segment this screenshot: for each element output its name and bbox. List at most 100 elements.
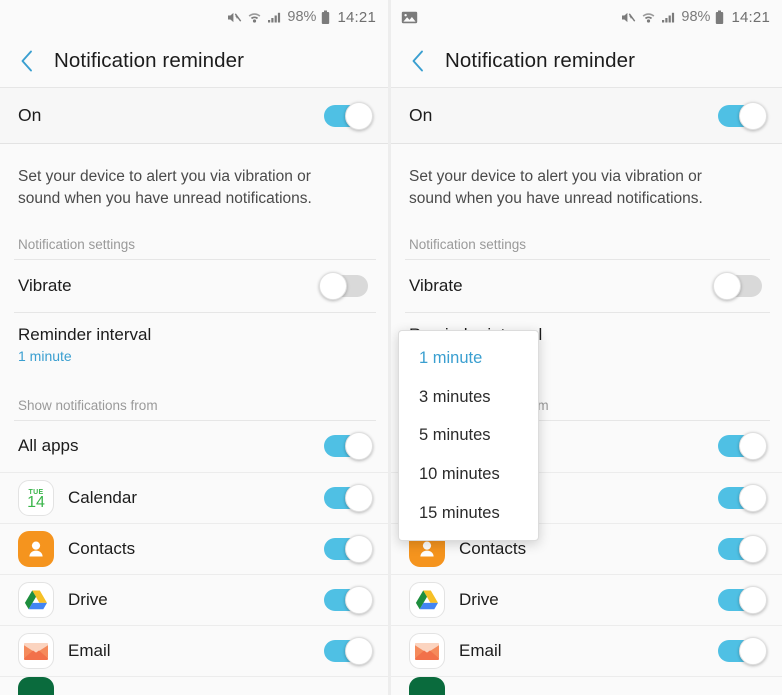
- signal-icon: [661, 10, 676, 24]
- all-apps-toggle[interactable]: [324, 432, 373, 461]
- signal-icon: [267, 10, 282, 24]
- master-switch-row[interactable]: On: [391, 88, 782, 144]
- calendar-icon-day: 14: [27, 493, 45, 511]
- toggle-knob: [345, 585, 373, 614]
- email-icon: [409, 632, 445, 669]
- all-apps-toggle[interactable]: [718, 432, 767, 461]
- vibrate-row[interactable]: Vibrate: [0, 259, 388, 312]
- app-toggle-calendar[interactable]: [324, 483, 373, 512]
- all-apps-label: All apps: [18, 436, 79, 456]
- app-name-label: Contacts: [68, 538, 136, 558]
- reminder-interval-dropdown[interactable]: 1 minute 3 minutes 5 minutes 10 minutes …: [398, 330, 539, 542]
- wifi-icon: [247, 10, 262, 24]
- description-text: Set your device to alert you via vibrati…: [391, 144, 763, 217]
- app-row-calendar[interactable]: TUE 14 Calendar: [0, 472, 388, 524]
- dropdown-option-1-minute[interactable]: 1 minute: [399, 339, 538, 378]
- toggle-knob: [319, 271, 347, 300]
- all-apps-row[interactable]: All apps: [0, 420, 388, 473]
- app-row-contacts[interactable]: Contacts: [0, 523, 388, 575]
- section-header-show-notifications-from: Show notifications from: [0, 377, 388, 420]
- app-name-label: Email: [68, 640, 111, 660]
- dropdown-option-15-minutes[interactable]: 15 minutes: [399, 494, 538, 533]
- app-row-email[interactable]: Email: [0, 625, 388, 677]
- app-icon-partial: [18, 676, 54, 695]
- vibrate-label: Vibrate: [409, 275, 463, 295]
- contacts-icon: [18, 530, 54, 567]
- toggle-knob: [739, 636, 767, 665]
- status-bar-system-icons-right: 98% 14:21: [620, 9, 770, 26]
- toggle-knob: [345, 432, 373, 461]
- dropdown-option-5-minutes[interactable]: 5 minutes: [399, 416, 538, 455]
- status-bar-right: 98% 14:21: [391, 0, 782, 34]
- app-name-label: Email: [459, 640, 502, 660]
- battery-icon: [321, 10, 330, 25]
- toggle-knob: [739, 432, 767, 461]
- right-screen: 98% 14:21 Notification reminder On Set y…: [391, 0, 782, 695]
- wifi-icon: [641, 10, 656, 24]
- app-toggle-email[interactable]: [718, 636, 767, 665]
- page-title: Notification reminder: [54, 48, 245, 72]
- clock-label: 14:21: [337, 8, 376, 26]
- back-chevron-icon[interactable]: [14, 48, 40, 74]
- email-icon: [18, 632, 54, 669]
- vibrate-toggle[interactable]: [319, 271, 368, 300]
- reminder-interval-row[interactable]: Reminder interval 1 minute: [0, 312, 388, 378]
- app-name-label: Calendar: [68, 487, 137, 507]
- toggle-knob: [739, 101, 767, 130]
- app-toggle-calendar[interactable]: [718, 483, 767, 512]
- app-toggle-contacts[interactable]: [718, 534, 767, 563]
- status-bar-notification-icons-right: [401, 10, 418, 25]
- app-bar-right: Notification reminder: [391, 34, 782, 88]
- section-header-notification-settings: Notification settings: [0, 216, 388, 259]
- battery-icon: [715, 10, 724, 25]
- mute-icon: [620, 10, 636, 25]
- dropdown-option-3-minutes[interactable]: 3 minutes: [399, 378, 538, 417]
- master-switch-toggle[interactable]: [324, 101, 373, 130]
- app-row-drive[interactable]: Drive: [0, 574, 388, 626]
- master-switch-label: On: [409, 105, 433, 125]
- battery-percent-label: 98%: [681, 9, 711, 25]
- description-text: Set your device to alert you via vibrati…: [0, 144, 372, 217]
- app-toggle-drive[interactable]: [718, 585, 767, 614]
- toggle-knob: [739, 534, 767, 563]
- vibrate-row[interactable]: Vibrate: [391, 259, 782, 312]
- dropdown-option-10-minutes[interactable]: 10 minutes: [399, 455, 538, 494]
- app-row-email[interactable]: Email: [391, 625, 782, 677]
- app-toggle-email[interactable]: [324, 636, 373, 665]
- toggle-knob: [345, 534, 373, 563]
- toggle-knob: [739, 585, 767, 614]
- drive-icon: [409, 581, 445, 618]
- battery-percent-label: 98%: [287, 9, 317, 25]
- master-switch-row[interactable]: On: [0, 88, 388, 144]
- app-bar-left: Notification reminder: [0, 34, 388, 88]
- drive-icon: [18, 581, 54, 618]
- toggle-knob: [739, 483, 767, 512]
- clock-label: 14:21: [731, 8, 770, 26]
- master-switch-toggle[interactable]: [718, 101, 767, 130]
- reminder-interval-title: Reminder interval: [18, 324, 152, 344]
- toggle-knob: [713, 271, 741, 300]
- status-bar-system-icons-left: 98% 14:21: [226, 9, 376, 26]
- section-header-notification-settings: Notification settings: [391, 216, 782, 259]
- vibrate-label: Vibrate: [18, 275, 72, 295]
- toggle-knob: [345, 483, 373, 512]
- app-name-label: Drive: [68, 589, 108, 609]
- app-toggle-drive[interactable]: [324, 585, 373, 614]
- back-chevron-icon[interactable]: [405, 48, 431, 74]
- left-screen: 98% 14:21 Notification reminder On Set y…: [0, 0, 391, 695]
- app-row-drive[interactable]: Drive: [391, 574, 782, 626]
- reminder-interval-value: 1 minute: [18, 347, 72, 364]
- page-title: Notification reminder: [445, 48, 636, 72]
- image-icon: [401, 10, 418, 25]
- app-name-label: Drive: [459, 589, 499, 609]
- calendar-icon: TUE 14: [18, 479, 54, 516]
- status-bar-left: 98% 14:21: [0, 0, 388, 34]
- mute-icon: [226, 10, 242, 25]
- master-switch-label: On: [18, 105, 42, 125]
- vibrate-toggle[interactable]: [713, 271, 762, 300]
- app-row-partial[interactable]: [0, 676, 388, 695]
- app-row-partial[interactable]: [391, 676, 782, 695]
- dual-screenshot-container: 98% 14:21 Notification reminder On Set y…: [0, 0, 782, 695]
- app-toggle-contacts[interactable]: [324, 534, 373, 563]
- app-name-label: Contacts: [459, 538, 527, 558]
